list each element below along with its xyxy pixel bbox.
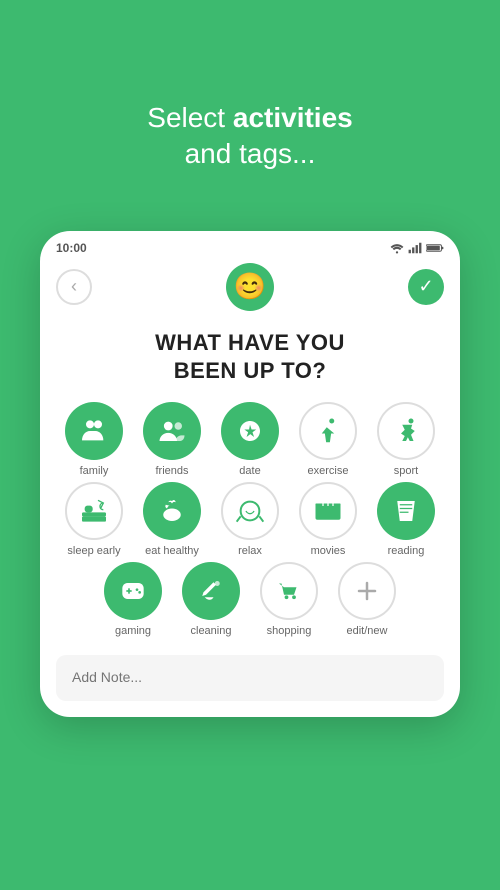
cleaning-icon-bg <box>182 562 240 620</box>
phone-frame: 10:00 ‹ <box>40 231 460 717</box>
edit-new-label: edit/new <box>347 625 388 638</box>
exercise-icon-bg <box>299 402 357 460</box>
activity-reading[interactable]: reading <box>370 482 442 558</box>
header-section: Select activities and tags... <box>147 50 352 203</box>
back-button[interactable]: ‹ <box>56 269 92 305</box>
family-icon <box>78 415 110 447</box>
status-time: 10:00 <box>56 241 87 255</box>
mood-emoji: 😊 <box>226 263 274 311</box>
reading-icon <box>391 496 421 526</box>
date-label: date <box>239 465 260 478</box>
exercise-label: exercise <box>308 465 349 478</box>
date-icon-bg <box>221 402 279 460</box>
relax-icon <box>234 495 266 527</box>
activity-movies[interactable]: movies <box>292 482 364 558</box>
family-icon-bg <box>65 402 123 460</box>
friends-icon-bg <box>143 402 201 460</box>
note-input-container[interactable] <box>56 655 444 701</box>
status-icons <box>390 242 444 254</box>
shopping-icon-bg <box>260 562 318 620</box>
activity-family[interactable]: family <box>58 402 130 478</box>
friends-icon <box>157 416 187 446</box>
gaming-icon <box>117 575 149 607</box>
sport-label: sport <box>394 465 418 478</box>
cleaning-icon <box>196 576 226 606</box>
activity-cleaning[interactable]: cleaning <box>175 562 247 638</box>
relax-label: relax <box>238 545 262 558</box>
activities-grid: family friends <box>40 402 460 643</box>
activity-date[interactable]: date <box>214 402 286 478</box>
header-title: Select activities and tags... <box>147 100 352 173</box>
friends-label: friends <box>155 465 188 478</box>
note-input[interactable] <box>72 669 428 685</box>
gaming-label: gaming <box>115 625 151 638</box>
plus-icon-bg <box>338 562 396 620</box>
plus-icon <box>355 579 379 603</box>
sleep-icon-bg <box>65 482 123 540</box>
sleep-label: sleep early <box>67 545 120 558</box>
shopping-label: shopping <box>267 625 312 638</box>
reading-label: reading <box>388 545 425 558</box>
signal-icon <box>408 242 422 254</box>
activity-gaming[interactable]: gaming <box>97 562 169 638</box>
eat-label: eat healthy <box>145 545 199 558</box>
header-bold: activities <box>233 102 353 133</box>
eat-icon-bg <box>143 482 201 540</box>
eat-icon <box>157 496 187 526</box>
sport-icon <box>391 416 421 446</box>
activities-row-2: sleep early eat healthy <box>58 482 442 558</box>
activity-exercise[interactable]: exercise <box>292 402 364 478</box>
battery-icon <box>426 242 444 254</box>
exercise-icon <box>313 416 343 446</box>
activities-row-1: family friends <box>58 402 442 478</box>
question-title: WHAT HAVE YOUBEEN UP TO? <box>40 319 460 402</box>
gaming-icon-bg <box>104 562 162 620</box>
status-bar: 10:00 <box>40 231 460 259</box>
activity-relax[interactable]: relax <box>214 482 286 558</box>
sleep-icon <box>78 495 110 527</box>
activity-sport[interactable]: sport <box>370 402 442 478</box>
movies-label: movies <box>311 545 346 558</box>
wifi-icon <box>390 242 404 254</box>
header-subtitle: and tags... <box>185 138 316 169</box>
check-icon: ✓ <box>418 276 433 297</box>
emoji-face: 😊 <box>234 271 266 302</box>
movies-icon-bg <box>299 482 357 540</box>
shopping-icon <box>274 576 304 606</box>
activity-shopping[interactable]: shopping <box>253 562 325 638</box>
activity-eat-healthy[interactable]: eat healthy <box>136 482 208 558</box>
activity-sleep-early[interactable]: sleep early <box>58 482 130 558</box>
activity-friends[interactable]: friends <box>136 402 208 478</box>
back-icon: ‹ <box>71 276 77 297</box>
sport-icon-bg <box>377 402 435 460</box>
reading-icon-bg <box>377 482 435 540</box>
relax-icon-bg <box>221 482 279 540</box>
activities-row-3: gaming cleaning <box>97 562 403 638</box>
date-icon <box>235 416 265 446</box>
family-label: family <box>80 465 109 478</box>
cleaning-label: cleaning <box>191 625 232 638</box>
activity-edit-new[interactable]: edit/new <box>331 562 403 638</box>
movies-icon <box>313 496 343 526</box>
nav-bar: ‹ 😊 ✓ <box>40 259 460 319</box>
confirm-button[interactable]: ✓ <box>408 269 444 305</box>
